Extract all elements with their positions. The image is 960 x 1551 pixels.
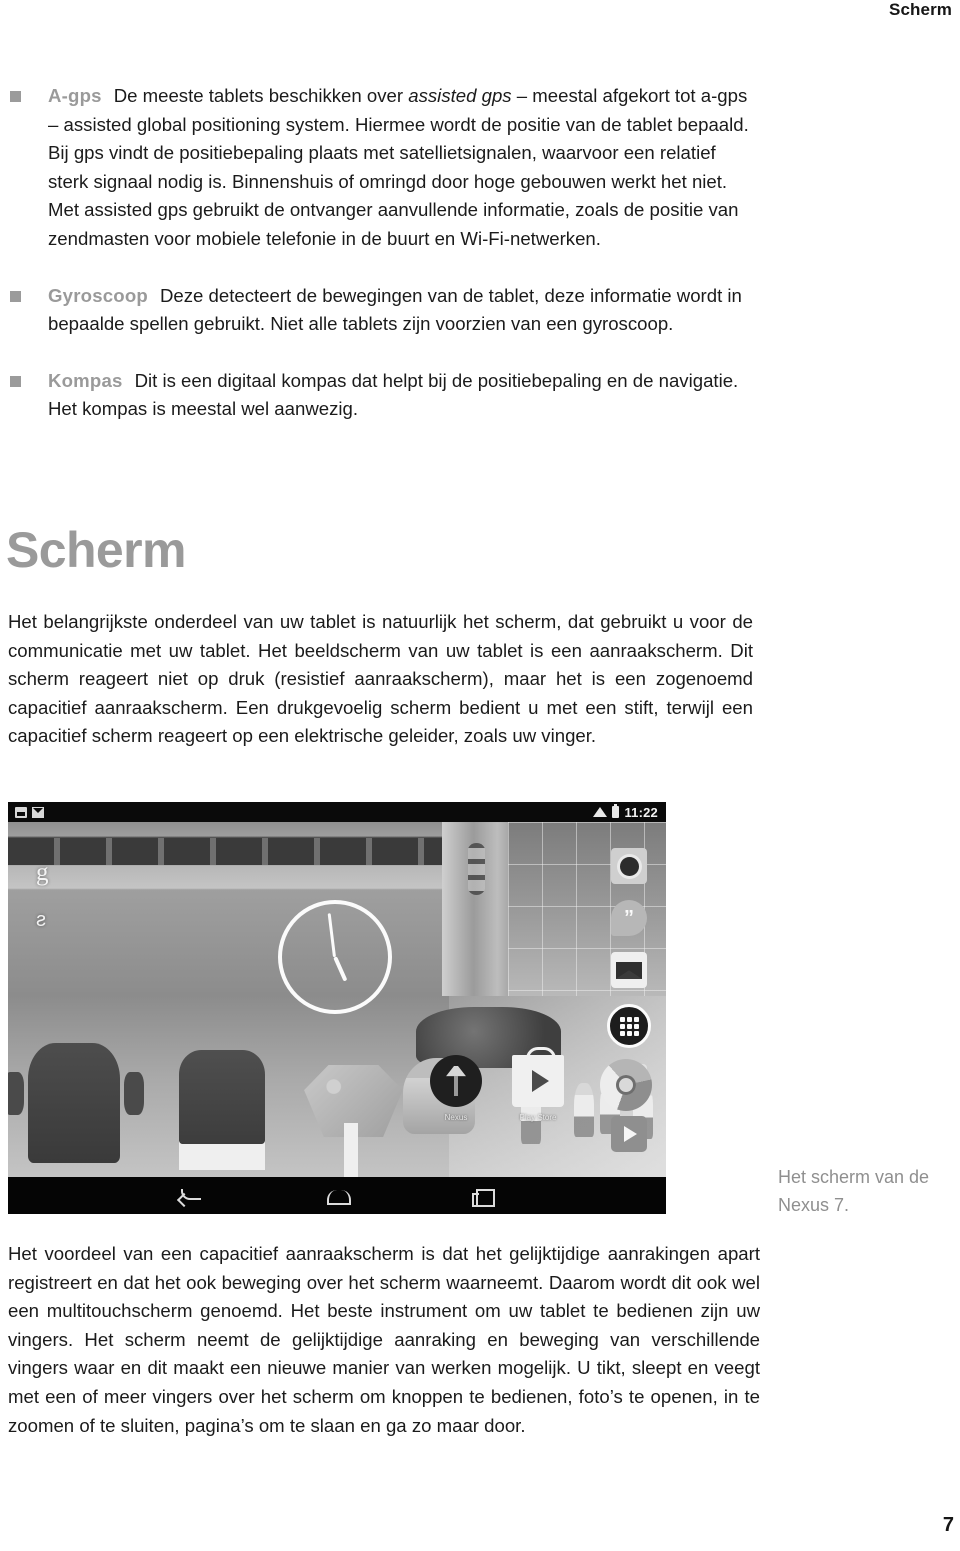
clock-hour-hand [332, 956, 348, 982]
bullet-paragraph: Kompas Dit is een digitaal kompas dat hel… [48, 367, 753, 424]
bullet-paragraph: Gyroscoop Deze detecteert de bewegingen v… [48, 282, 753, 339]
nexus-app-label: Nexus [444, 1113, 468, 1122]
dock-row: Nexus Play Store [8, 1047, 666, 1135]
app-drawer-icon[interactable] [607, 1004, 651, 1048]
clock-minute-hand [327, 913, 337, 958]
recents-icon[interactable] [470, 1185, 496, 1207]
bullet-text-segment: Deze detecteert de bewegingen van de tab… [48, 284, 742, 335]
home-icon[interactable] [324, 1185, 351, 1207]
term-label: Kompas [48, 369, 123, 391]
microphone-icon[interactable]: ƨ [36, 910, 46, 930]
running-header: Scherm [889, 0, 952, 19]
bullet-text-segment: Dit is een digitaal kompas dat helpt bij… [48, 369, 739, 420]
tablet-wallpaper: g ƨ ” Nexus Play Store [8, 822, 666, 1177]
square-bullet-icon [10, 375, 21, 387]
tablet-status-bar: 11:22 [8, 802, 666, 822]
battery-icon [612, 804, 620, 818]
play-store-app-icon[interactable]: Play Store [508, 1047, 568, 1125]
outro-paragraph: Het voordeel van een capacitief aanraaks… [8, 1243, 760, 1436]
list-item: Kompas Dit is een digitaal kompas dat hel… [8, 367, 753, 424]
nexus-app-icon[interactable]: Nexus [426, 1055, 486, 1125]
list-item: Gyroscoop Deze detecteert de bewegingen v… [8, 282, 753, 339]
statue-base [179, 1140, 265, 1170]
bullet-text-segment: De meeste tablets beschikken over [113, 85, 409, 106]
google-search-icon[interactable]: g [36, 860, 49, 885]
camera-app-icon[interactable] [611, 848, 647, 884]
list-item: A-gps De meeste tablets beschikken over a… [8, 82, 753, 254]
figure-nexus7-screenshot: 11:22 g ƨ ” Nexus Play Store [8, 802, 666, 1214]
figure-caption: Het scherm van de Nexus 7. [778, 1167, 930, 1215]
section-heading: Scherm [6, 522, 186, 578]
wifi-icon [593, 807, 608, 817]
wallpaper-window-band [8, 837, 443, 866]
tablet-navigation-bar [8, 1177, 666, 1214]
status-bar-system: 11:22 [593, 804, 658, 820]
square-bullet-icon [10, 290, 21, 302]
screenshot-icon [15, 806, 27, 818]
hangouts-app-icon[interactable]: ” [611, 900, 647, 936]
play-store-app-label: Play Store [519, 1113, 557, 1122]
term-label: Gyroscoop [48, 284, 148, 306]
chrome-app-icon[interactable] [596, 1059, 656, 1111]
term-label: A-gps [48, 85, 102, 106]
bullet-text-italic: assisted gps [408, 85, 512, 106]
intro-paragraph: Het belangrijkste onderdeel van uw table… [8, 611, 753, 747]
analog-clock-widget[interactable] [277, 900, 392, 1015]
gmail-app-icon[interactable] [611, 952, 647, 988]
nexus-glyph-icon [430, 1055, 482, 1107]
document-page: Scherm A-gps De meeste tablets beschikken… [0, 0, 960, 1551]
status-bar-clock: 11:22 [624, 804, 658, 820]
status-bar-notifications [15, 806, 44, 818]
bullet-paragraph: A-gps De meeste tablets beschikken over a… [48, 82, 753, 254]
bullet-text-segment-2: – meestal afgekort tot a-gps – assisted … [48, 85, 749, 249]
square-bullet-icon [10, 91, 21, 102]
page-number: 7 [942, 1514, 954, 1536]
mail-icon [32, 806, 44, 818]
sensor-bullet-list: A-gps De meeste tablets beschikken over a… [8, 82, 753, 424]
back-icon[interactable] [178, 1185, 204, 1207]
chrome-glyph-icon [600, 1059, 652, 1111]
play-store-glyph-icon [512, 1047, 564, 1107]
